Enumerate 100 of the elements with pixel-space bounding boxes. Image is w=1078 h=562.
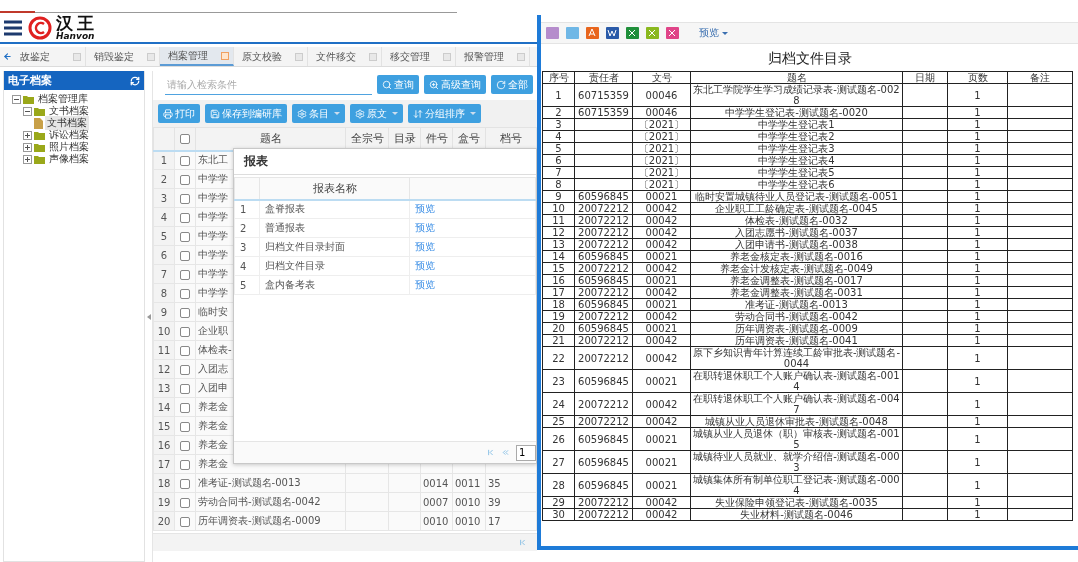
table-cell: 29 (542, 496, 575, 509)
tree-item[interactable]: 照片档案 (47, 140, 91, 154)
tab[interactable]: 文件移交 (308, 47, 382, 66)
table-cell: 60596845 (574, 274, 633, 287)
gear-icon (297, 108, 307, 119)
row-number: 4 (234, 256, 260, 276)
checkbox[interactable] (180, 212, 190, 223)
expand-toggle[interactable] (23, 154, 32, 164)
expand-toggle[interactable] (23, 142, 32, 152)
table-cell: 养老金核定表-测试题名-0016 (690, 250, 903, 263)
tab[interactable]: 报警管理 (456, 47, 530, 66)
table-cell: 1 (947, 250, 1008, 263)
checkbox[interactable] (180, 497, 190, 508)
tab[interactable]: 原文校验 (234, 47, 308, 66)
tab[interactable]: 档案管理 (160, 47, 234, 66)
preview-link[interactable]: 预览 (415, 260, 435, 271)
checkbox[interactable] (180, 421, 190, 432)
row-number: 2 (234, 218, 260, 238)
preview-link[interactable]: 预览 (415, 203, 435, 215)
table-cell: 入团志愿书-测试题名-0037 (690, 226, 903, 239)
table-cell: 1 (947, 154, 1008, 167)
table-cell: 12 (542, 226, 575, 239)
tab[interactable]: 移交管理 (382, 47, 456, 66)
table-cell: 20072212 (574, 496, 633, 509)
preview-link[interactable]: 预览 (415, 222, 435, 233)
word-icon[interactable] (605, 26, 620, 40)
checkbox[interactable] (180, 478, 190, 489)
menu-icon[interactable] (4, 19, 22, 36)
checkbox[interactable] (180, 307, 190, 318)
table-cell: 00042 (632, 496, 691, 509)
table-cell: 东北工学院学生学习成绩记录表-测试题名-0028 (690, 83, 903, 107)
export-icon[interactable] (665, 26, 680, 40)
table-cell: 1 (947, 298, 1008, 311)
table-cell: 00021 (632, 250, 691, 263)
table-cell: 在职转退休职工个人账户确认表-测试题名-0047 (690, 392, 903, 416)
page-field[interactable]: 1 (516, 444, 536, 461)
table-cell: 1 (947, 334, 1008, 347)
table-cell: 〔2021〕 (632, 178, 691, 191)
row-number: 5 (234, 275, 260, 295)
checkbox[interactable] (180, 269, 190, 280)
table-cell: 19 (542, 310, 575, 323)
checkbox[interactable] (180, 174, 190, 185)
checkbox[interactable] (180, 364, 190, 375)
tree-item[interactable]: 文书档案 (45, 116, 89, 130)
table-cell: 30 (542, 508, 575, 521)
table-cell: 中学学生登记表-测试题名-0020 (690, 106, 903, 119)
table-cell: 20072212 (574, 310, 633, 323)
checkbox[interactable] (180, 459, 190, 470)
pdf-icon[interactable] (585, 26, 600, 40)
tree-item[interactable]: 声像档案 (47, 152, 91, 166)
folder-icon (34, 106, 45, 116)
table-cell: 1 (947, 118, 1008, 131)
spreadsheet-icon[interactable] (645, 26, 660, 40)
collapse-toggle[interactable] (12, 94, 21, 104)
checkbox[interactable] (180, 516, 190, 527)
table-cell: 〔2021〕 (632, 166, 691, 179)
checkbox[interactable] (180, 155, 190, 166)
tree-item[interactable]: 文书档案 (47, 104, 91, 118)
logo-icon (28, 15, 52, 40)
table-cell: 60596845 (574, 322, 633, 335)
table-cell: 历年调资表-测试题名-0041 (690, 334, 903, 347)
checkbox[interactable] (180, 250, 190, 261)
caret-icon (722, 31, 728, 35)
table-cell: 00046 (632, 83, 691, 107)
tree-item[interactable]: 档案管理库 (36, 92, 90, 106)
table-cell: 00042 (632, 238, 691, 251)
preview-link[interactable]: 预览 (415, 279, 435, 290)
column-header: 序号 (542, 71, 575, 84)
checkbox[interactable] (180, 383, 190, 394)
table-cell: 26 (542, 427, 575, 451)
table-cell: 9 (542, 190, 575, 203)
refresh-icon[interactable] (130, 75, 140, 86)
checkbox[interactable] (180, 326, 190, 337)
collapse-toggle[interactable] (23, 106, 32, 116)
preview-dropdown[interactable]: 预览 (693, 25, 734, 41)
checkbox[interactable] (180, 193, 190, 204)
table-cell: 城镇从业人员退休（职）审核表-测试题名-0015 (690, 427, 903, 451)
preview-link[interactable]: 预览 (415, 241, 435, 252)
table-cell: 1 (947, 166, 1008, 179)
checkbox[interactable] (180, 288, 190, 299)
checkbox[interactable] (180, 440, 190, 451)
expand-toggle[interactable] (23, 130, 32, 140)
tree-item[interactable]: 诉讼档案 (47, 128, 91, 142)
collapse-handle-icon[interactable] (146, 313, 151, 320)
column-header: 责任者 (574, 71, 633, 84)
checkbox[interactable] (180, 402, 190, 413)
tab[interactable]: 故鉴定 (12, 47, 86, 66)
table-cell: 00021 (632, 298, 691, 311)
table-cell: 〔2021〕 (632, 142, 691, 155)
checkbox[interactable] (180, 134, 190, 145)
document-icon (34, 117, 43, 129)
table-cell: 60715359 (574, 83, 633, 107)
table-cell: 13 (542, 238, 575, 251)
column-header: 文号 (632, 71, 691, 84)
checkbox[interactable] (180, 345, 190, 356)
table-cell: 失业材料-测试题名-0046 (690, 508, 903, 521)
table-cell: 1 (947, 83, 1008, 107)
checkbox[interactable] (180, 231, 190, 242)
excel-icon[interactable] (625, 26, 640, 40)
table-cell: 60596845 (574, 450, 633, 474)
